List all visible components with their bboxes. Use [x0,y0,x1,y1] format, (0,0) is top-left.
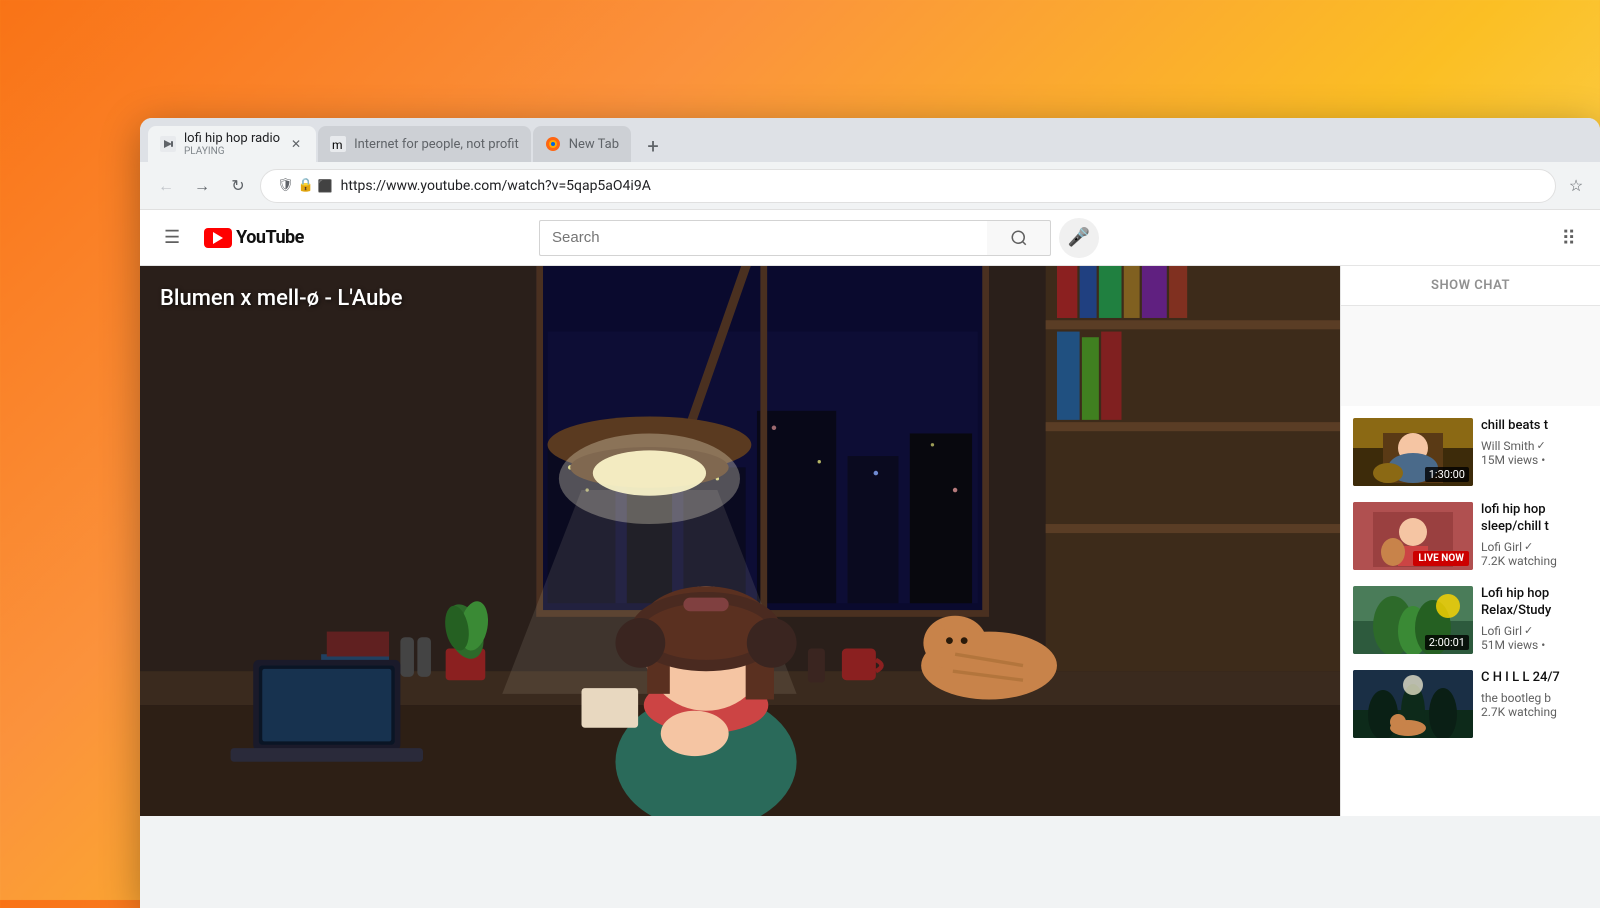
video-stats-3: 51M views • [1481,638,1588,652]
youtube-logo-text: YouTube [236,227,304,248]
tab-newtab-label: New Tab [569,137,619,152]
duration-1: 1:30:00 [1425,467,1469,482]
duration-3: 2:00:01 [1425,635,1469,650]
video-player[interactable]: Blumen x mell-ø - L'Aube [140,266,1340,816]
video-channel-4: the bootleg b [1481,691,1588,705]
video-title-2: lofi hip hop sleep/chill t [1481,502,1588,536]
video-meta-3: Lofi hip hop Relax/Study Lofi Girl ✓ 51M… [1481,586,1588,654]
new-tab-button[interactable]: + [637,130,669,162]
tab-mozilla[interactable]: m Internet for people, not profit [318,126,531,162]
mic-button[interactable]: 🎤 [1059,218,1099,258]
tab-mozilla-label: Internet for people, not profit [354,137,519,152]
related-video-4[interactable]: C H I L L 24/7 the bootleg b 2.7K watchi… [1341,666,1600,742]
video-stats-2: 7.2K watching [1481,554,1588,568]
youtube-header: ☰ YouTube 🎤 ⠿ [140,210,1600,266]
search-bar: 🎤 [539,218,1099,258]
video-channel-3: Lofi Girl ✓ [1481,624,1588,638]
video-channel-2: Lofi Girl ✓ [1481,540,1588,554]
tab-lofi-label: lofi hip hop radio [184,131,280,146]
thumbnail-1: 1:30:00 [1353,418,1473,486]
video-stats-4: 2.7K watching [1481,705,1588,719]
video-scene [140,266,1340,816]
youtube-logo[interactable]: YouTube [204,227,304,248]
video-meta-1: chill beats t Will Smith ✓ 15M views • [1481,418,1588,486]
security-icons: 🛡 🔒 ⬛ [277,178,333,193]
firefox-icon-newtab [545,136,561,152]
show-chat-bar: SHOW CHAT [1341,266,1600,306]
video-meta-4: C H I L L 24/7 the bootleg b 2.7K watchi… [1481,670,1588,738]
tab-newtab[interactable]: New Tab [533,126,631,162]
url-text: https://www.youtube.com/watch?v=5qap5aO4… [341,178,1539,194]
tab-close-lofi[interactable]: ✕ [288,136,304,152]
search-button[interactable] [987,220,1051,256]
thumb-scene-4 [1353,670,1473,738]
shield-icon: 🛡 [277,178,294,193]
related-videos: 1:30:00 chill beats t Will Smith ✓ 15M v… [1341,406,1600,816]
show-chat-button[interactable]: SHOW CHAT [1431,278,1510,293]
tab-lofi[interactable]: lofi hip hop radio PLAYING ✕ [148,126,316,162]
related-video-1[interactable]: 1:30:00 chill beats t Will Smith ✓ 15M v… [1341,414,1600,490]
address-bar[interactable]: 🛡 🔒 ⬛ https://www.youtube.com/watch?v=5q… [260,169,1556,203]
related-video-2[interactable]: LIVE NOW lofi hip hop sleep/chill t Lofi… [1341,498,1600,574]
video-meta-2: lofi hip hop sleep/chill t Lofi Girl ✓ 7… [1481,502,1588,570]
related-video-3[interactable]: 2:00:01 Lofi hip hop Relax/Study Lofi Gi… [1341,582,1600,658]
apps-button[interactable]: ⠿ [1553,218,1584,258]
youtube-page: ☰ YouTube 🎤 ⠿ [140,210,1600,908]
tab-lofi-sublabel: PLAYING [184,146,280,157]
video-title-overlay: Blumen x mell-ø - L'Aube [160,286,403,311]
verified-3: ✓ [1524,624,1533,637]
reload-button[interactable]: ↻ [224,172,252,200]
video-title-1: chill beats t [1481,418,1588,435]
thumbnail-4 [1353,670,1473,738]
thumbnail-3: 2:00:01 [1353,586,1473,654]
tab-bar: lofi hip hop radio PLAYING ✕ m Internet … [140,118,1600,162]
live-badge-2: LIVE NOW [1413,551,1469,566]
chat-hidden-area [1341,306,1600,406]
youtube-main: Blumen x mell-ø - L'Aube SHOW CHAT [140,266,1600,816]
address-bar-area: ← → ↻ 🛡 🔒 ⬛ https://www.youtube.com/watc… [140,162,1600,210]
video-stats-1: 15M views • [1481,453,1588,467]
verified-1: ✓ [1536,439,1545,452]
youtube-logo-icon [204,228,232,248]
thumbnail-2: LIVE NOW [1353,502,1473,570]
audio-icon [160,136,176,152]
video-title-4: C H I L L 24/7 [1481,670,1588,687]
video-title-3: Lofi hip hop Relax/Study [1481,586,1588,620]
youtube-sidebar: SHOW CHAT [1340,266,1600,816]
search-input[interactable] [539,220,987,256]
video-area: Blumen x mell-ø - L'Aube [140,266,1340,816]
video-channel-1: Will Smith ✓ [1481,439,1588,453]
header-right: ⠿ [1553,218,1584,258]
play-triangle [213,232,223,244]
menu-button[interactable]: ☰ [156,219,188,256]
svg-text:m: m [332,138,343,152]
lock-icon: 🔒 [298,178,314,193]
pip-icon: ⬛ [318,179,333,193]
firefox-icon-mozilla: m [330,136,346,152]
bookmark-button[interactable]: ☆ [1564,174,1588,198]
back-button[interactable]: ← [152,172,180,200]
verified-2: ✓ [1524,540,1533,553]
forward-button[interactable]: → [188,172,216,200]
browser-window: lofi hip hop radio PLAYING ✕ m Internet … [140,118,1600,908]
